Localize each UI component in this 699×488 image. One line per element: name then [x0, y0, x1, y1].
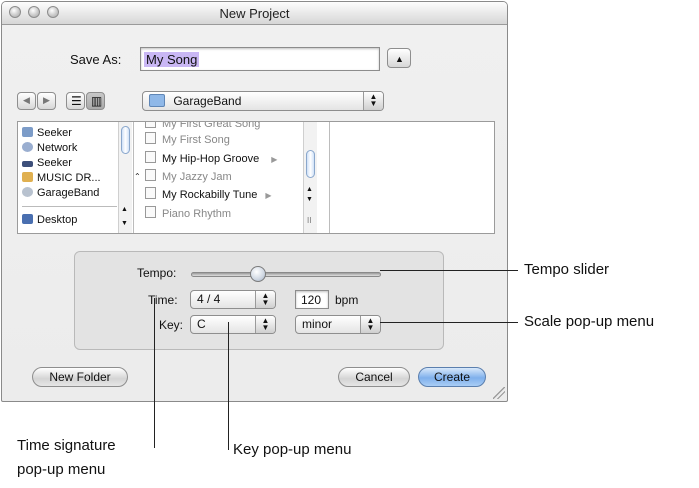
popup-arrows-icon: ▲ ▼ [255, 291, 275, 308]
save-as-value: My Song [144, 52, 200, 67]
file-item[interactable]: My Jazzy Jam [145, 169, 232, 183]
collapse-browser-button[interactable]: ▲ [387, 48, 411, 68]
scale-popup-leader [380, 322, 518, 323]
file-item[interactable]: My First Song [145, 132, 230, 146]
resize-grip-icon[interactable] [493, 387, 505, 399]
sidebar-scrollbar[interactable]: ▲ ▼ [118, 122, 132, 233]
file-item[interactable]: My First Great Song [145, 122, 260, 130]
callout-time-signature-line1: Time signature [17, 437, 116, 454]
song-package-icon [145, 151, 156, 163]
file-item-folder[interactable]: My Rockabilly Tune ▶ [145, 187, 272, 201]
scroll-up-icon[interactable]: ▲ [306, 186, 313, 193]
projects-scrollbar[interactable]: ▲ ▼ II [303, 122, 317, 233]
key-popup[interactable]: C ▲ ▼ [190, 315, 276, 334]
scale-popup[interactable]: minor ▲ ▼ [295, 315, 381, 334]
projects-column[interactable]: My First Great Song My First Song My Hip… [139, 122, 330, 233]
file-item-folder[interactable]: My Hip-Hop Groove ▶ [145, 151, 277, 165]
callout-time-signature-line2: pop-up menu [17, 461, 106, 478]
network-icon [22, 142, 33, 152]
scroll-down-icon[interactable]: ▼ [121, 220, 128, 227]
time-signature-popup[interactable]: 4 / 4 ▲ ▼ [190, 290, 276, 309]
list-view-button[interactable]: ☰ [66, 92, 85, 110]
scroll-up-icon[interactable]: ▲ [121, 206, 128, 213]
key-value: C [197, 317, 206, 331]
location-value: GarageBand [173, 94, 242, 108]
drive-icon [22, 161, 33, 167]
sidebar-item-seeker-drive[interactable]: Seeker [22, 156, 72, 170]
location-popup[interactable]: GarageBand ▲ ▼ [142, 91, 384, 111]
callout-scale-popup: Scale pop-up menu [524, 313, 655, 330]
time-signature-leader [154, 298, 155, 448]
tempo-slider-track[interactable] [191, 272, 381, 277]
tempo-label: Tempo: [137, 266, 177, 280]
popup-arrows-icon: ▲ ▼ [360, 316, 380, 333]
callout-key-popup: Key pop-up menu [233, 441, 352, 458]
disclosure-arrow-icon: ▶ [271, 155, 278, 164]
save-as-field[interactable]: My Song [140, 47, 380, 71]
projects-scroll-thumb[interactable] [306, 150, 315, 178]
title-bar: New Project [2, 2, 507, 25]
tempo-field[interactable]: 120 [295, 290, 329, 309]
computer-icon [22, 127, 33, 137]
callout-tempo-slider: Tempo slider [524, 261, 610, 278]
new-folder-button[interactable]: New Folder [32, 367, 128, 387]
forward-arrow-icon: ▶ [43, 95, 50, 105]
triangle-up-icon: ▲ [395, 54, 404, 64]
sidebar-item-music-drive[interactable]: MUSIC DR... [22, 171, 101, 185]
back-arrow-icon: ◀ [23, 95, 30, 105]
time-signature-value: 4 / 4 [197, 292, 221, 306]
key-popup-leader [228, 322, 229, 450]
file-browser[interactable]: Seeker Network Seeker MUSIC DR... Garage… [17, 121, 495, 234]
time-label: Time: [148, 293, 178, 307]
new-project-dialog: New Project Save As: My Song ▲ ◀ ▶ ☰ ▥ G… [1, 1, 508, 402]
song-file-icon [145, 169, 156, 181]
column-resize-icon[interactable]: II [307, 216, 311, 225]
folder-icon [149, 94, 165, 107]
sidebar-item-desktop[interactable]: Desktop [22, 213, 77, 227]
save-as-label: Save As: [70, 52, 122, 67]
forward-button[interactable]: ▶ [37, 92, 56, 110]
popup-arrows-icon: ▲ ▼ [255, 316, 275, 333]
key-label: Key: [159, 318, 184, 332]
tempo-value: 120 [301, 293, 322, 307]
tempo-slider-knob[interactable] [250, 266, 266, 282]
list-view-icon: ☰ [71, 94, 82, 108]
back-button[interactable]: ◀ [17, 92, 36, 110]
sidebar-item-seeker[interactable]: Seeker [22, 126, 72, 140]
bpm-label: bpm [335, 293, 359, 307]
scroll-down-icon[interactable]: ▼ [306, 196, 313, 203]
sidebar-divider [22, 206, 117, 207]
column-view-icon: ▥ [91, 94, 103, 108]
scale-value: minor [302, 317, 333, 331]
cancel-button[interactable]: Cancel [338, 367, 410, 387]
song-file-icon [145, 132, 156, 144]
song-file-icon [145, 122, 156, 128]
drive-icon [22, 172, 33, 182]
sidebar-item-network[interactable]: Network [22, 141, 77, 155]
popup-arrows-icon: ▲ ▼ [363, 92, 383, 110]
sidebar-item-garageband[interactable]: GarageBand [22, 186, 99, 200]
song-file-icon [145, 206, 156, 218]
sidebar-column[interactable]: Seeker Network Seeker MUSIC DR... Garage… [18, 122, 134, 233]
column-view-button[interactable]: ▥ [86, 92, 105, 110]
create-button[interactable]: Create [418, 367, 486, 387]
disclosure-arrow-icon: ▶ [265, 191, 272, 200]
desktop-icon [22, 214, 33, 224]
sidebar-scroll-thumb[interactable] [121, 126, 130, 154]
tempo-slider-leader [380, 270, 508, 271]
window-title: New Project [219, 6, 290, 21]
disk-icon [22, 187, 33, 197]
file-item[interactable]: Piano Rhythm [145, 206, 231, 220]
tempo-slider-leader-ext [508, 270, 518, 271]
song-package-icon [145, 187, 156, 199]
